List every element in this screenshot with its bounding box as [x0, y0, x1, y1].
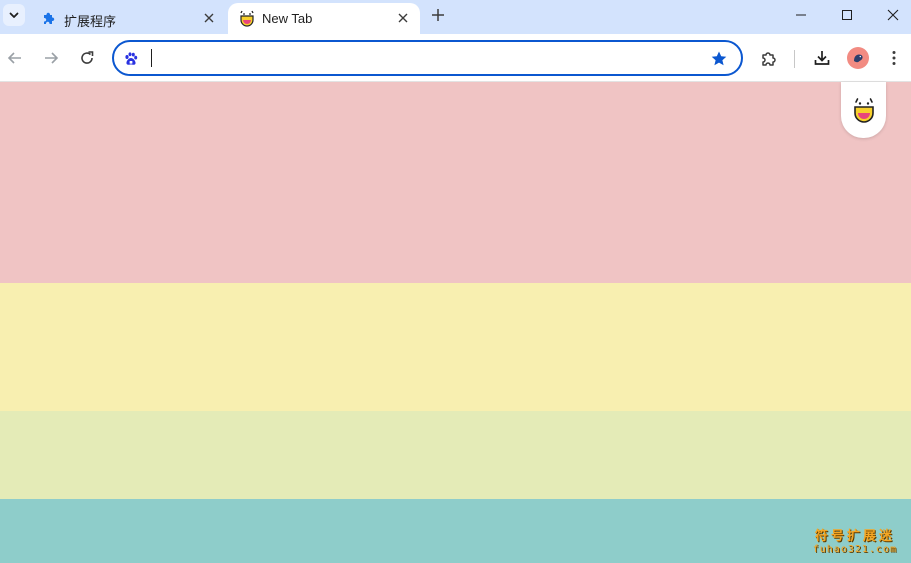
watermark-title: 符号扩展迷	[814, 529, 895, 544]
close-icon	[887, 9, 899, 21]
puzzle-icon	[762, 52, 776, 66]
avatar-icon	[854, 54, 863, 63]
extensions-button[interactable]	[757, 46, 781, 70]
tab-label: New Tab	[262, 11, 313, 26]
address-bar[interactable]	[112, 40, 743, 76]
teal-band	[0, 499, 911, 563]
smiley-logo-icon	[238, 9, 256, 27]
maximize-button[interactable]	[835, 5, 859, 25]
minimize-icon	[796, 14, 806, 16]
watermark-url: fuhao321.com	[812, 544, 897, 555]
reload-button[interactable]	[75, 46, 99, 70]
plus-icon	[432, 9, 444, 21]
tab-extensions[interactable]: 扩展程序	[30, 3, 226, 34]
reload-icon	[81, 51, 94, 64]
minimize-button[interactable]	[789, 5, 813, 25]
chevron-down-icon	[9, 12, 19, 18]
profile-avatar[interactable]	[847, 47, 869, 69]
more-vertical-icon	[892, 51, 896, 65]
forward-button[interactable]	[39, 46, 63, 70]
smiley-logo-icon	[853, 98, 874, 123]
baidu-paw-icon	[122, 50, 140, 68]
back-button[interactable]	[3, 46, 27, 70]
bookmark-star-icon[interactable]	[709, 49, 729, 69]
toolbar-divider	[794, 50, 795, 68]
tab-label: 扩展程序	[64, 14, 117, 29]
extension-logo-button[interactable]	[841, 82, 886, 138]
light-green-band	[0, 411, 911, 499]
download-icon	[814, 51, 830, 65]
maximize-icon	[842, 10, 852, 20]
downloads-button[interactable]	[810, 46, 834, 70]
yellow-band	[0, 283, 911, 411]
menu-button[interactable]	[882, 46, 906, 70]
tab-strip: 扩展程序 New Tab	[0, 0, 911, 34]
new-tab-button[interactable]	[428, 5, 448, 25]
arrow-right-icon	[45, 52, 59, 64]
tab-new-tab[interactable]: New Tab	[228, 3, 420, 34]
puzzle-icon	[40, 9, 58, 27]
toolbar	[0, 34, 911, 82]
omnibox-input[interactable]	[150, 46, 690, 70]
watermark: 符号扩展迷 fuhao321.com	[813, 525, 897, 555]
tab-search-button[interactable]	[3, 4, 25, 26]
text-caret	[151, 49, 152, 67]
close-window-button[interactable]	[881, 5, 905, 25]
arrow-left-icon	[7, 52, 21, 64]
close-icon[interactable]	[394, 9, 412, 27]
close-icon[interactable]	[200, 9, 218, 27]
pink-band	[0, 82, 911, 283]
